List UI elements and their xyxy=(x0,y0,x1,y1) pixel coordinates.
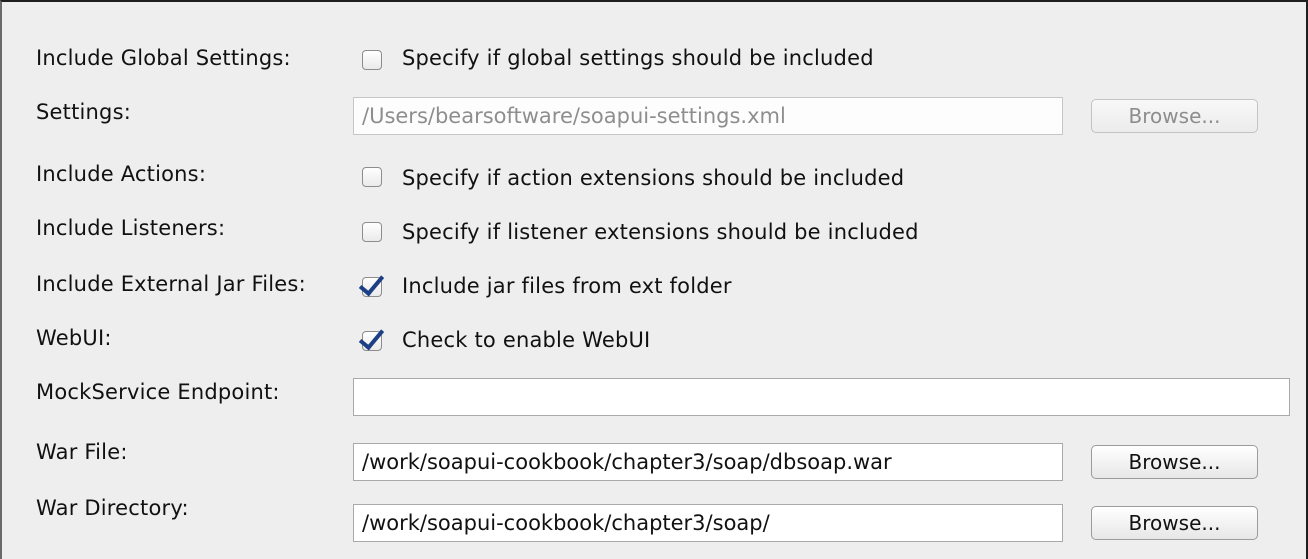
include-actions-label: Include Actions: xyxy=(36,162,207,186)
include-global-settings-description: Specify if global settings should be inc… xyxy=(402,46,874,70)
settings-browse-button[interactable]: Browse... xyxy=(1091,99,1258,133)
include-actions-checkbox[interactable] xyxy=(362,167,382,187)
include-listeners-label: Include Listeners: xyxy=(36,216,226,240)
war-directory-label: War Directory: xyxy=(36,496,189,520)
include-external-jars-checkbox[interactable] xyxy=(362,277,382,297)
settings-label: Settings: xyxy=(36,100,132,124)
war-file-label: War File: xyxy=(36,440,128,464)
include-external-jars-label: Include External Jar Files: xyxy=(36,272,306,296)
mockservice-endpoint-field[interactable] xyxy=(353,378,1290,416)
war-file-field[interactable]: /work/soapui-cookbook/chapter3/soap/dbso… xyxy=(353,443,1063,481)
settings-path-field[interactable]: /Users/bearsoftware/soapui-settings.xml xyxy=(353,97,1063,135)
include-actions-description: Specify if action extensions should be i… xyxy=(402,166,905,190)
war-directory-browse-button[interactable]: Browse... xyxy=(1091,506,1258,540)
webui-label: WebUI: xyxy=(36,326,112,350)
war-directory-field[interactable]: /work/soapui-cookbook/chapter3/soap/ xyxy=(353,504,1063,542)
include-listeners-checkbox[interactable] xyxy=(362,222,382,242)
war-export-settings-panel: Include Global Settings: Specify if glob… xyxy=(0,0,1308,559)
webui-checkbox[interactable] xyxy=(362,331,382,351)
mockservice-endpoint-label: MockService Endpoint: xyxy=(36,380,280,404)
include-external-jars-description: Include jar files from ext folder xyxy=(402,274,732,298)
include-global-settings-checkbox[interactable] xyxy=(362,50,382,70)
war-file-browse-button[interactable]: Browse... xyxy=(1091,445,1258,479)
webui-description: Check to enable WebUI xyxy=(402,328,651,352)
include-listeners-description: Specify if listener extensions should be… xyxy=(402,220,919,244)
include-global-settings-label: Include Global Settings: xyxy=(36,46,291,70)
